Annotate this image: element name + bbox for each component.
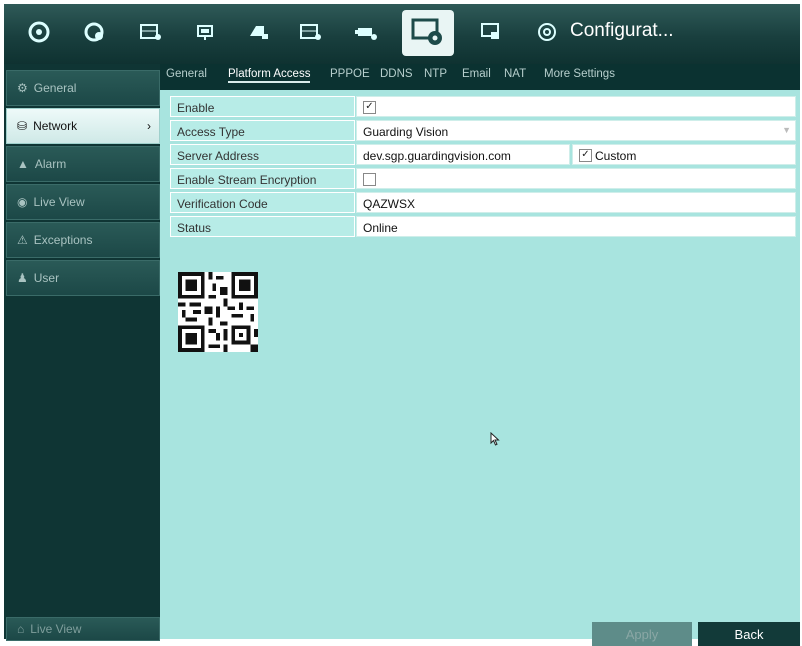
server-address-value: dev.sgp.guardingvision.com bbox=[363, 149, 511, 163]
tab-general[interactable]: General bbox=[166, 68, 207, 80]
eye-icon: ◉ bbox=[17, 195, 28, 209]
status-value: Online bbox=[363, 221, 398, 235]
enable-checkbox[interactable]: ✓ bbox=[363, 101, 376, 114]
access-type-row: Access Type Guarding Vision ▼ bbox=[170, 120, 796, 143]
sidebar-item-user[interactable]: ♟ User bbox=[6, 260, 160, 296]
record-config-icon[interactable] bbox=[294, 12, 328, 52]
tab-more-settings[interactable]: More Settings bbox=[544, 68, 615, 80]
stream-encryption-cell bbox=[356, 168, 796, 189]
sidebar-item-alarm[interactable]: ▲ Alarm bbox=[6, 146, 160, 182]
apply-button[interactable]: Apply bbox=[592, 622, 692, 646]
chevron-down-icon: ▼ bbox=[782, 125, 791, 135]
tab-platform-access[interactable]: Platform Access bbox=[228, 68, 311, 83]
configuration-icon[interactable] bbox=[402, 10, 454, 56]
access-type-select[interactable]: Guarding Vision ▼ bbox=[356, 120, 796, 141]
verification-code-row: Verification Code QAZWSX bbox=[170, 192, 796, 215]
tab-pppoe[interactable]: PPPOE bbox=[330, 68, 370, 80]
home-icon: ⌂ bbox=[17, 622, 25, 636]
hdd-icon[interactable] bbox=[242, 12, 276, 52]
chevron-right-icon: › bbox=[147, 119, 151, 133]
server-address-row: Server Address dev.sgp.guardingvision.co… bbox=[170, 144, 796, 167]
sidebar-item-live-view[interactable]: ◉ Live View bbox=[6, 184, 160, 220]
verification-code-label: Verification Code bbox=[170, 192, 355, 213]
sidebar-item-label: User bbox=[33, 271, 60, 285]
qr-code bbox=[178, 272, 258, 352]
warning-icon: ⚠ bbox=[17, 233, 28, 247]
tab-nat[interactable]: NAT bbox=[504, 68, 526, 80]
custom-checkbox[interactable]: ✓ bbox=[579, 149, 592, 162]
shutdown-icon[interactable] bbox=[530, 12, 564, 52]
enable-cell: ✓ bbox=[356, 96, 796, 117]
access-type-label: Access Type bbox=[170, 120, 355, 141]
tab-email[interactable]: Email bbox=[462, 68, 491, 80]
sidebar-item-label: General bbox=[33, 81, 77, 95]
server-address-field[interactable]: dev.sgp.guardingvision.com bbox=[356, 144, 570, 165]
server-address-label: Server Address bbox=[170, 144, 355, 165]
sidebar-item-label: Live View bbox=[33, 195, 85, 209]
sidebar-item-exceptions[interactable]: ⚠ Exceptions bbox=[6, 222, 160, 258]
tab-ntp[interactable]: NTP bbox=[424, 68, 447, 80]
network-config-icon[interactable] bbox=[350, 12, 384, 52]
live-view-button[interactable]: ⌂ Live View bbox=[6, 617, 160, 641]
custom-label: Custom bbox=[595, 149, 637, 163]
sidebar-item-label: Network bbox=[33, 119, 78, 133]
custom-cell: ✓ Custom bbox=[572, 144, 796, 165]
camera-settings-icon[interactable] bbox=[78, 12, 112, 52]
main-toolbar: Configurat... bbox=[4, 4, 800, 64]
sidebar-item-general[interactable]: ⚙ General bbox=[6, 70, 160, 106]
status-label: Status bbox=[170, 216, 355, 237]
tab-ddns[interactable]: DDNS bbox=[380, 68, 413, 80]
status-row: Status Online bbox=[170, 216, 796, 239]
verification-code-value: QAZWSX bbox=[363, 197, 416, 211]
live-view-label: Live View bbox=[30, 622, 82, 636]
tab-bar: General Platform Access PPPOE DDNS NTP E… bbox=[160, 64, 800, 90]
stream-encryption-checkbox[interactable] bbox=[363, 173, 376, 186]
user-icon: ♟ bbox=[17, 271, 28, 285]
capture-icon[interactable] bbox=[190, 12, 224, 52]
verification-code-field[interactable]: QAZWSX bbox=[356, 192, 796, 213]
alarm-icon: ▲ bbox=[17, 157, 29, 171]
enable-row: Enable ✓ bbox=[170, 96, 796, 119]
sidebar-item-network[interactable]: ⛁ Network › bbox=[6, 108, 160, 144]
maintenance-icon[interactable] bbox=[474, 12, 508, 52]
app-window: Configurat... ⚙ General ⛁ Network › ▲ Al… bbox=[4, 4, 800, 646]
playback-icon[interactable] bbox=[22, 12, 56, 52]
recording-icon[interactable] bbox=[134, 12, 168, 52]
enable-label: Enable bbox=[170, 96, 355, 117]
sidebar-item-label: Exceptions bbox=[33, 233, 93, 247]
back-button[interactable]: Back bbox=[698, 622, 800, 646]
stream-encryption-label: Enable Stream Encryption bbox=[170, 168, 355, 189]
page-title: Configurat... bbox=[570, 20, 674, 41]
gear-icon: ⚙ bbox=[17, 81, 28, 95]
network-icon: ⛁ bbox=[17, 119, 28, 133]
access-type-value: Guarding Vision bbox=[363, 125, 449, 139]
stream-encryption-row: Enable Stream Encryption bbox=[170, 168, 796, 191]
sidebar: ⚙ General ⛁ Network › ▲ Alarm ◉ Live Vie… bbox=[4, 64, 160, 641]
sidebar-item-label: Alarm bbox=[34, 157, 67, 171]
platform-access-panel: Enable ✓ Access Type Guarding Vision ▼ S… bbox=[160, 90, 800, 646]
mouse-cursor-icon bbox=[490, 432, 500, 446]
status-field: Online bbox=[356, 216, 796, 237]
